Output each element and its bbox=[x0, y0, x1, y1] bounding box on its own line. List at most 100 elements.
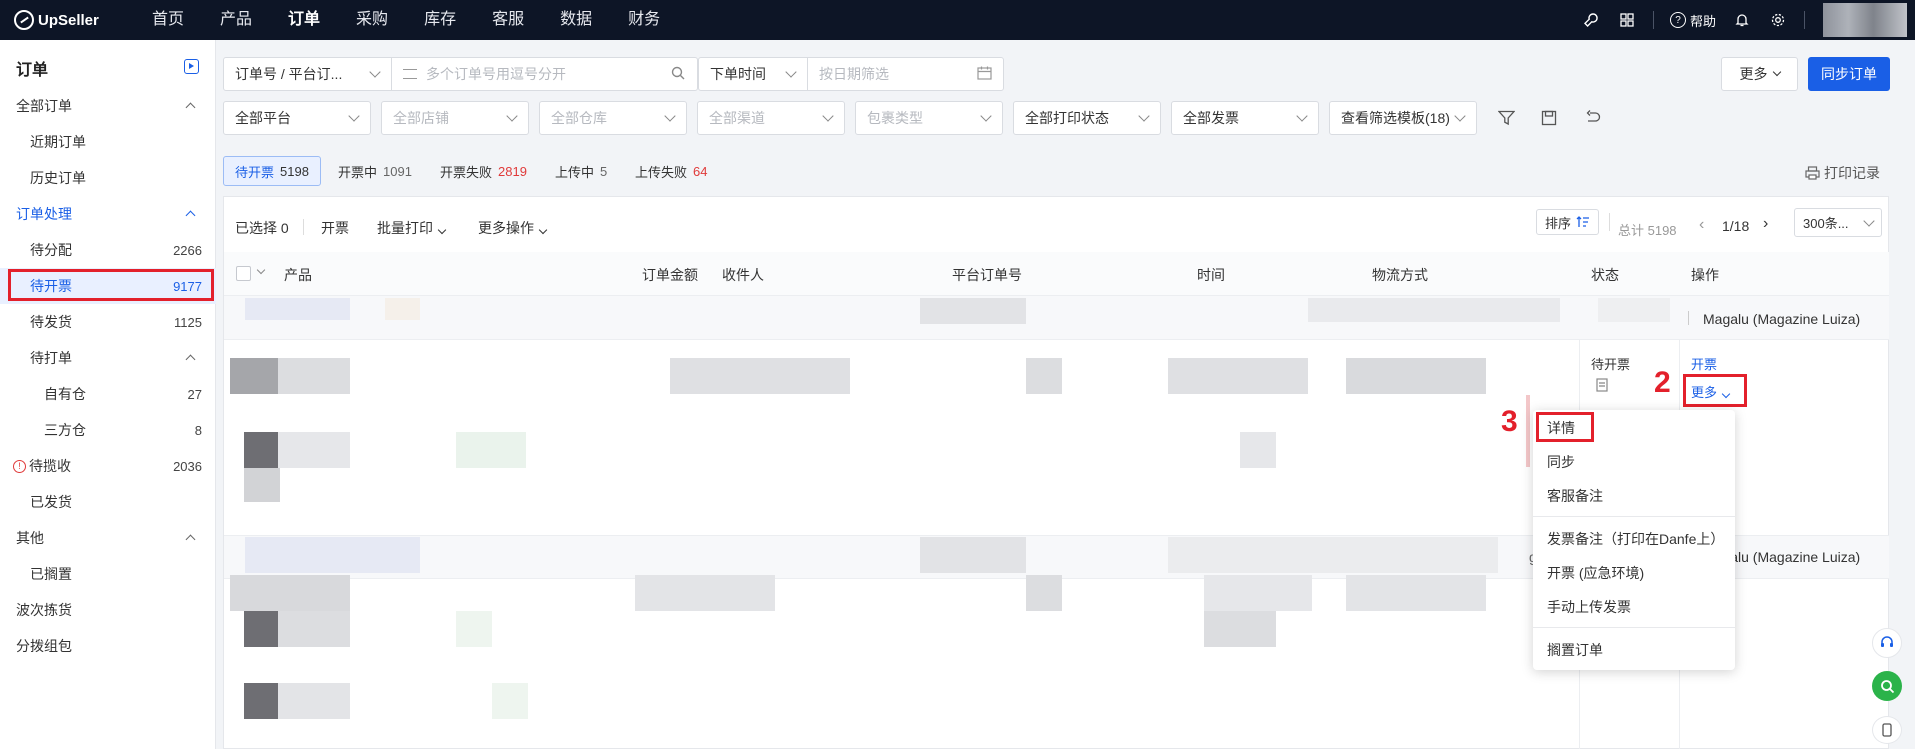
sort-label: 排序 bbox=[1544, 215, 1571, 231]
blurred-content bbox=[1346, 358, 1486, 394]
tab-invoice-failed[interactable]: 开票失败 2819 bbox=[429, 156, 538, 186]
sidebar-item-to-ship[interactable]: 待发货 1125 bbox=[0, 304, 216, 340]
print-log-link[interactable]: 打印记录 bbox=[1805, 163, 1880, 183]
menu-item-emergency-invoice[interactable]: 开票 (应急环境) bbox=[1547, 563, 1644, 583]
more-filters-button[interactable]: 更多 bbox=[1721, 57, 1798, 91]
note-icon[interactable] bbox=[1596, 378, 1609, 395]
order-type-select[interactable]: 订单号 / 平台订... bbox=[224, 64, 371, 84]
sidebar-group-to-print[interactable]: 待打单 bbox=[0, 340, 216, 376]
menu-item-invoice-note[interactable]: 发票备注（打印在Danfe上） bbox=[1547, 529, 1724, 549]
date-range-input[interactable]: 按日期筛选 bbox=[808, 64, 977, 84]
sidebar-item-label: 近期订单 bbox=[30, 134, 86, 150]
chevron-up-icon bbox=[186, 209, 196, 219]
wrench-icon[interactable] bbox=[1581, 10, 1601, 30]
gear-icon[interactable] bbox=[1768, 10, 1788, 30]
prev-page-icon[interactable]: ‹ bbox=[1699, 216, 1704, 234]
nav-products[interactable]: 产品 bbox=[202, 0, 270, 40]
nav-orders[interactable]: 订单 bbox=[270, 0, 338, 40]
highlight-bar bbox=[1526, 395, 1530, 467]
menu-item-sync[interactable]: 同步 bbox=[1547, 452, 1575, 472]
avatar[interactable] bbox=[1823, 3, 1907, 37]
page-size-select[interactable]: 300条... bbox=[1794, 208, 1882, 237]
annotation-box-1 bbox=[8, 269, 214, 301]
nav-purchase[interactable]: 采购 bbox=[338, 0, 406, 40]
sidebar-item-to-pickup[interactable]: ! 待揽收 2036 bbox=[0, 448, 216, 484]
sidebar-item-on-hold[interactable]: 已搁置 bbox=[0, 556, 216, 592]
invoice-action-link[interactable]: 开票 bbox=[1691, 354, 1717, 373]
sidebar-item-history-orders[interactable]: 历史订单 bbox=[0, 160, 216, 196]
invoice-batch-button[interactable]: 开票 bbox=[321, 218, 349, 238]
warehouse-select[interactable]: 全部仓库 bbox=[539, 101, 687, 135]
print-status-value: 全部打印状态 bbox=[1025, 110, 1109, 126]
channel-select[interactable]: 全部渠道 bbox=[697, 101, 845, 135]
sidebar-item-recent-orders[interactable]: 近期订单 bbox=[0, 124, 216, 160]
column-platform-order-no: 平台订单号 bbox=[952, 267, 1022, 283]
batch-print-button[interactable]: 批量打印 bbox=[377, 218, 447, 238]
bell-icon[interactable] bbox=[1732, 10, 1752, 30]
nav-home[interactable]: 首页 bbox=[134, 0, 202, 40]
next-page-icon[interactable]: › bbox=[1763, 215, 1768, 233]
top-nav: UpSeller 首页 产品 订单 采购 库存 客服 数据 财务 ? 帮助 bbox=[0, 0, 1915, 40]
tab-upload-failed[interactable]: 上传失败 64 bbox=[624, 156, 718, 186]
tab-invoicing[interactable]: 开票中 1091 bbox=[327, 156, 423, 186]
save-icon[interactable] bbox=[1537, 106, 1561, 130]
divider bbox=[391, 57, 392, 91]
sidebar-group-all-orders[interactable]: 全部订单 bbox=[0, 88, 216, 124]
store-select-value: 全部店铺 bbox=[393, 110, 449, 126]
selected-number: 0 bbox=[280, 220, 289, 236]
nav-data[interactable]: 数据 bbox=[542, 0, 610, 40]
mobile-app-button[interactable] bbox=[1872, 716, 1902, 744]
sidebar-title: 订单 bbox=[16, 62, 49, 79]
blurred-content bbox=[244, 683, 278, 719]
more-ops-button[interactable]: 更多操作 bbox=[478, 218, 548, 238]
nav-finance[interactable]: 财务 bbox=[610, 0, 678, 40]
invoice-select[interactable]: 全部发票 bbox=[1171, 101, 1319, 135]
sidebar-collapse-icon[interactable] bbox=[184, 59, 199, 74]
filter-template-select[interactable]: 查看筛选模板(18) bbox=[1329, 101, 1477, 135]
sidebar-item-to-assign[interactable]: 待分配 2266 bbox=[0, 232, 216, 268]
menu-item-cs-note[interactable]: 客服备注 bbox=[1547, 486, 1603, 506]
sidebar-item-label: 全部订单 bbox=[16, 98, 72, 114]
sidebar-item-third-party-warehouse[interactable]: 三方仓 8 bbox=[0, 412, 216, 448]
selected-label: 已选择 bbox=[235, 220, 277, 236]
sidebar-item-wave-picking[interactable]: 波次拣货 bbox=[0, 592, 216, 628]
help-button[interactable]: ? 帮助 bbox=[1669, 11, 1716, 30]
batch-print-label: 批量打印 bbox=[377, 220, 433, 236]
nav-inventory[interactable]: 库存 bbox=[406, 0, 474, 40]
divider bbox=[303, 219, 304, 235]
search-icon[interactable] bbox=[671, 66, 685, 83]
nav-customer-service[interactable]: 客服 bbox=[474, 0, 542, 40]
sidebar-item-shipped[interactable]: 已发货 bbox=[0, 484, 216, 520]
logo[interactable]: UpSeller bbox=[0, 10, 120, 30]
calendar-icon[interactable] bbox=[977, 66, 992, 83]
sort-button[interactable]: 排序 bbox=[1536, 209, 1599, 235]
menu-item-hold-order[interactable]: 搁置订单 bbox=[1547, 640, 1603, 660]
apps-grid-icon[interactable] bbox=[1617, 10, 1637, 30]
platform-select[interactable]: 全部平台 bbox=[223, 101, 371, 135]
tab-pending-invoice[interactable]: 待开票 5198 bbox=[223, 156, 321, 186]
tab-uploading[interactable]: 上传中 5 bbox=[544, 156, 618, 186]
question-icon: ? bbox=[1669, 12, 1686, 28]
package-type-select[interactable]: 包裹类型 bbox=[855, 101, 1003, 135]
store-select[interactable]: 全部店铺 bbox=[381, 101, 529, 135]
sidebar-item-sort-packing[interactable]: 分拨组包 bbox=[0, 628, 216, 664]
tab-count: 5 bbox=[600, 163, 608, 179]
sidebar-group-other[interactable]: 其他 bbox=[0, 520, 216, 556]
menu-item-manual-upload-invoice[interactable]: 手动上传发票 bbox=[1547, 597, 1631, 617]
funnel-icon[interactable] bbox=[1494, 106, 1518, 130]
select-all-checkbox[interactable] bbox=[236, 266, 251, 281]
print-status-select[interactable]: 全部打印状态 bbox=[1013, 101, 1161, 135]
sidebar-item-label: 分拨组包 bbox=[16, 638, 72, 654]
time-type-select[interactable]: 下单时间 bbox=[699, 64, 787, 84]
sidebar-item-label: 波次拣货 bbox=[16, 602, 72, 618]
blurred-content bbox=[1346, 575, 1486, 611]
sync-orders-button[interactable]: 同步订单 bbox=[1808, 57, 1890, 91]
sidebar-group-order-processing[interactable]: 订单处理 bbox=[0, 196, 216, 232]
chevron-down-icon bbox=[538, 225, 548, 235]
order-search-input[interactable]: 多个订单号用逗号分开 bbox=[417, 64, 671, 84]
reset-icon[interactable] bbox=[1581, 106, 1605, 130]
search-fab-button[interactable] bbox=[1872, 671, 1902, 701]
blurred-content bbox=[1598, 298, 1670, 322]
support-button[interactable] bbox=[1872, 628, 1902, 658]
sidebar-item-own-warehouse[interactable]: 自有仓 27 bbox=[0, 376, 216, 412]
